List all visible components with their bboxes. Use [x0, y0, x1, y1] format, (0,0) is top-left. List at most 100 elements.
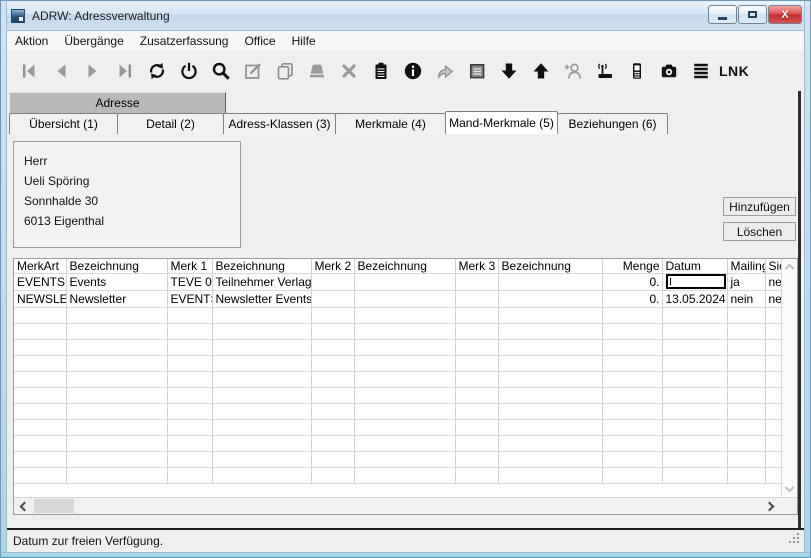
table-row[interactable]: EVENTSEventsTEVE 08Teilnehmer Verlagse 0.…	[14, 274, 781, 291]
table-empty-row[interactable]	[14, 324, 781, 340]
menu-item-aktion[interactable]: Aktion	[7, 32, 56, 50]
power-icon[interactable]	[173, 57, 205, 85]
cell-merk-2[interactable]	[311, 274, 354, 291]
table-empty-row[interactable]	[14, 388, 781, 404]
cell-merk-1[interactable]: EVENTS	[167, 291, 212, 308]
menu-list-icon[interactable]	[685, 57, 717, 85]
search-icon[interactable]	[205, 57, 237, 85]
copy-icon[interactable]	[269, 57, 301, 85]
column-header-bezeichnung[interactable]: Bezeichnung	[354, 259, 455, 274]
delete-button[interactable]: Löschen	[723, 222, 796, 241]
tab-adress-klassen[interactable]: Adress-Klassen (3)	[223, 113, 336, 134]
cell-merk-3[interactable]	[455, 274, 498, 291]
wireless-icon[interactable]	[589, 57, 621, 85]
scroll-left-icon[interactable]	[20, 502, 30, 512]
cell-bezeichnung[interactable]	[354, 291, 455, 308]
cell-bezeichnung[interactable]: Events	[66, 274, 167, 291]
table-empty-row[interactable]	[14, 468, 781, 484]
cell-bezeichnung[interactable]	[498, 291, 602, 308]
cell-bezeichnung[interactable]: Newsletter	[66, 291, 167, 308]
camera-icon[interactable]	[653, 57, 685, 85]
vertical-scrollbar[interactable]	[781, 259, 797, 497]
tab-detail[interactable]: Detail (2)	[117, 113, 224, 134]
link-button[interactable]: LNK	[717, 57, 749, 85]
menu-item-office[interactable]: Office	[236, 32, 283, 50]
cell-menge[interactable]: 0.	[602, 274, 662, 291]
minimize-button[interactable]	[708, 5, 737, 24]
column-header-bezeichnung[interactable]: Bezeichnung	[498, 259, 602, 274]
status-separator	[1, 528, 810, 530]
table-row[interactable]: NEWSLETNewsletterEVENTSNewsletter Events…	[14, 291, 781, 308]
column-header-merk-2[interactable]: Merk 2	[311, 259, 354, 274]
tab-merkmale[interactable]: Merkmale (4)	[335, 113, 446, 134]
menu-item-berg-nge[interactable]: Übergänge	[56, 32, 131, 50]
cell-merk-1[interactable]: TEVE 08	[167, 274, 212, 291]
arrow-down-icon[interactable]	[493, 57, 525, 85]
column-header-sichtbar[interactable]: Sichtbar	[765, 259, 781, 274]
column-header-merkart[interactable]: MerkArt	[14, 259, 66, 274]
cell-mailing[interactable]: ja	[727, 274, 765, 291]
cell-mailing[interactable]: nein	[727, 291, 765, 308]
column-header-bezeichnung[interactable]: Bezeichnung	[212, 259, 311, 274]
table-empty-row[interactable]	[14, 452, 781, 468]
menu-item-zusatzerfassung[interactable]: Zusatzerfassung	[132, 32, 237, 50]
table-empty-row[interactable]	[14, 340, 781, 356]
cell-datum[interactable]: 13.05.2024	[662, 291, 727, 308]
nav-first-icon[interactable]	[13, 57, 45, 85]
tab-mand-merkmale[interactable]: Mand-Merkmale (5)	[445, 111, 558, 134]
cell-merkart[interactable]: EVENTS	[14, 274, 66, 291]
title-bar[interactable]: ADRW: Adressverwaltung X	[1, 1, 811, 31]
table-empty-row[interactable]	[14, 404, 781, 420]
cell-sichtbar[interactable]: nein	[765, 274, 781, 291]
add-button[interactable]: Hinzufügen	[723, 197, 796, 216]
mobile-phone-icon[interactable]	[621, 57, 653, 85]
arrow-up-icon[interactable]	[525, 57, 557, 85]
table-empty-row[interactable]	[14, 372, 781, 388]
tab-uebersicht[interactable]: Übersicht (1)	[9, 113, 118, 134]
cell-merk-2[interactable]	[311, 291, 354, 308]
tab-beziehungen[interactable]: Beziehungen (6)	[557, 113, 668, 134]
nav-last-icon[interactable]	[109, 57, 141, 85]
cell-bezeichnung[interactable]: Teilnehmer Verlagse	[212, 274, 311, 291]
column-header-datum[interactable]: Datum	[662, 259, 727, 274]
cell-menge[interactable]: 0.	[602, 291, 662, 308]
menu-item-hilfe[interactable]: Hilfe	[284, 32, 324, 50]
cell-bezeichnung[interactable]	[498, 274, 602, 291]
nav-previous-icon[interactable]	[45, 57, 77, 85]
delete-icon[interactable]	[333, 57, 365, 85]
scroll-up-icon[interactable]	[785, 264, 795, 274]
table-empty-row[interactable]	[14, 436, 781, 452]
column-header-merk-1[interactable]: Merk 1	[167, 259, 212, 274]
horizontal-scrollbar[interactable]	[14, 497, 797, 514]
cell-bezeichnung[interactable]: Newsletter Events	[212, 291, 311, 308]
edit-icon[interactable]	[237, 57, 269, 85]
stamp-icon[interactable]	[301, 57, 333, 85]
maximize-button[interactable]	[738, 5, 767, 24]
table-empty-row[interactable]	[14, 308, 781, 324]
add-person-icon[interactable]	[557, 57, 589, 85]
cell-merk-3[interactable]	[455, 291, 498, 308]
scroll-down-icon[interactable]	[785, 483, 795, 493]
column-header-bezeichnung[interactable]: Bezeichnung	[66, 259, 167, 274]
table-empty-row[interactable]	[14, 420, 781, 436]
note-icon[interactable]	[461, 57, 493, 85]
clipboard-icon[interactable]	[365, 57, 397, 85]
column-header-menge[interactable]: Menge	[602, 259, 662, 274]
tab-adresse[interactable]: Adresse	[9, 92, 226, 113]
cell-bezeichnung[interactable]	[354, 274, 455, 291]
share-icon[interactable]	[429, 57, 461, 85]
cell-datum[interactable]	[662, 274, 727, 291]
cell-sichtbar[interactable]: nein	[765, 291, 781, 308]
horizontal-scroll-thumb[interactable]	[34, 499, 74, 513]
datum-input[interactable]	[666, 274, 726, 289]
info-icon[interactable]	[397, 57, 429, 85]
table-empty-row[interactable]	[14, 356, 781, 372]
resize-grip[interactable]	[789, 533, 799, 543]
close-button[interactable]: X	[768, 5, 802, 24]
refresh-icon[interactable]	[141, 57, 173, 85]
cell-merkart[interactable]: NEWSLET	[14, 291, 66, 308]
column-header-merk-3[interactable]: Merk 3	[455, 259, 498, 274]
column-header-mailing[interactable]: Mailing	[727, 259, 765, 274]
nav-next-icon[interactable]	[77, 57, 109, 85]
scroll-right-icon[interactable]	[765, 502, 775, 512]
